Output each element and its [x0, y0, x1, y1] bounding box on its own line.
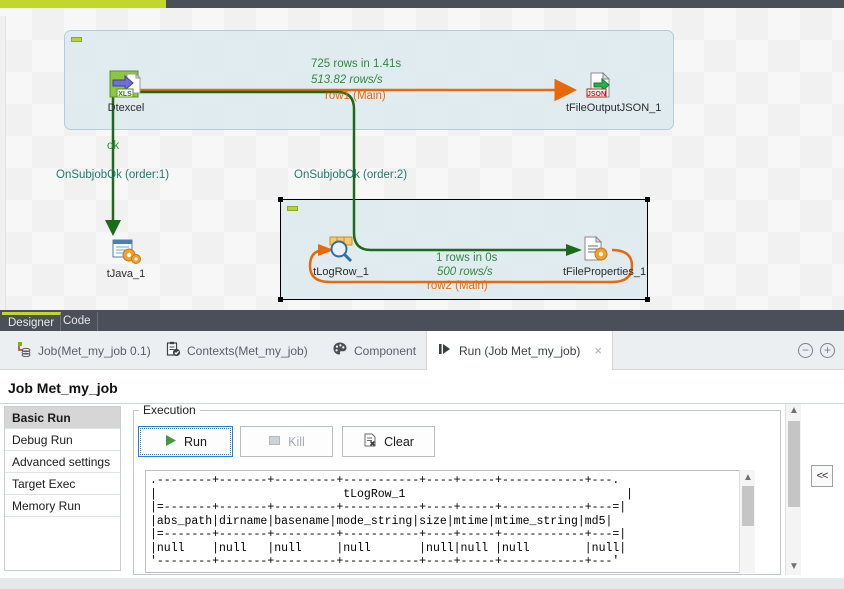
zoom-in-label: +: [823, 343, 831, 357]
node-tfileoutputjson-1[interactable]: JSON tFileOutputJSON_1: [566, 70, 662, 114]
nav-item-basic-run[interactable]: Basic Run: [5, 407, 120, 429]
row1-label: row1 (Main): [325, 90, 386, 102]
kill-button[interactable]: Kill: [240, 426, 333, 457]
play-icon: [164, 434, 177, 450]
tab-run-label: Run (Job Met_my_job): [459, 343, 581, 358]
svg-text:JSON: JSON: [587, 91, 606, 98]
scroll-up-icon[interactable]: ▲: [740, 470, 756, 486]
execution-group-legend: Execution: [139, 403, 200, 417]
row1-metrics-rows: 725 rows in 1.41s: [311, 58, 402, 70]
execution-console[interactable]: .--------+-------+---------+-----------+…: [145, 470, 755, 573]
console-scroll-thumb[interactable]: [742, 486, 754, 526]
node-label: tLogRow_1: [313, 266, 369, 278]
tab-designer[interactable]: Designer: [2, 312, 62, 331]
json-output-icon: JSON: [579, 70, 613, 100]
status-bar: [0, 578, 844, 589]
row2-metrics-rate: 500 rows/s: [437, 266, 493, 278]
run-button[interactable]: Run: [138, 426, 233, 457]
job-icon: [16, 341, 32, 360]
node-label: tJava_1: [106, 268, 146, 280]
nav-item-label: Basic Run: [12, 411, 71, 425]
tab-contexts-label: Contexts(Met_my_job): [187, 343, 308, 358]
row2-label: row2 (Main): [427, 280, 488, 292]
nav-item-label: Advanced settings: [12, 455, 111, 469]
stop-icon: [268, 434, 281, 450]
run-panel-scroll-thumb[interactable]: [788, 421, 800, 507]
tfileproperties-icon: [577, 234, 611, 264]
run-nav-list[interactable]: Basic Run Debug Run Advanced settings Ta…: [4, 406, 121, 571]
editor-tab-strip: Designer Code: [0, 310, 844, 331]
clear-button-label: Clear: [384, 434, 414, 449]
tlogrow-icon: [324, 234, 358, 264]
execution-group-rule-right: [196, 410, 781, 411]
tab-component[interactable]: Component: [322, 331, 426, 370]
tab-job[interactable]: Job(Met_my_job 0.1): [6, 331, 161, 370]
tab-designer-label: Designer: [8, 317, 55, 329]
nav-item-memory-run[interactable]: Memory Run: [5, 495, 120, 517]
row1-metrics-rate: 513.82 rows/s: [311, 74, 383, 86]
onsubjobok-order2-label: OnSubjobOk (order:2): [294, 169, 408, 181]
node-tjava-1[interactable]: tJava_1: [96, 236, 156, 280]
clear-icon: [363, 433, 377, 450]
node-label: Dtexcel: [107, 102, 145, 114]
contexts-icon: [165, 341, 181, 360]
xls-input-icon: XLS: [109, 70, 143, 100]
row2-metrics-rows: 1 rows in 0s: [436, 252, 498, 264]
tab-run[interactable]: Run (Job Met_my_job) ×: [426, 331, 613, 371]
tab-code-label: Code: [63, 315, 91, 327]
nav-item-label: Target Exec: [12, 477, 76, 491]
onsubjobok-order1-label: OnSubjobOk (order:1): [56, 169, 170, 181]
nav-item-debug-run[interactable]: Debug Run: [5, 429, 120, 451]
tab-job-label: Job(Met_my_job 0.1): [38, 343, 151, 358]
node-dtexcel[interactable]: XLS Dtexcel: [96, 70, 156, 114]
node-tfileproperties-1[interactable]: tFileProperties_1: [563, 234, 647, 278]
nav-item-advanced-settings[interactable]: Advanced settings: [5, 451, 120, 473]
zoom-in-button[interactable]: +: [820, 343, 835, 358]
zoom-out-button[interactable]: −: [798, 343, 813, 358]
console-scrollbar[interactable]: ▲: [739, 470, 755, 573]
scroll-down-icon[interactable]: ▼: [786, 559, 802, 575]
top-progress-fill: [0, 0, 166, 8]
scroll-up-icon[interactable]: ▲: [786, 403, 802, 419]
palette-icon: [332, 341, 348, 360]
zoom-out-label: −: [801, 343, 809, 357]
run-panel-scrollbar[interactable]: ▲ ▼: [785, 403, 801, 575]
nav-item-target-exec[interactable]: Target Exec: [5, 473, 120, 495]
console-output-text: .--------+-------+---------+-----------+…: [150, 474, 634, 568]
close-icon[interactable]: ×: [594, 343, 602, 358]
node-label: tFileProperties_1: [563, 266, 647, 278]
run-icon: [437, 341, 453, 360]
job-designer-canvas[interactable]: XLS Dtexcel JSON tFileOutputJSON_1 tJava…: [0, 8, 844, 310]
collapse-panel-label: <<: [816, 470, 829, 482]
collapse-panel-button[interactable]: <<: [811, 465, 833, 487]
tab-contexts[interactable]: Contexts(Met_my_job): [155, 331, 318, 370]
tab-component-label: Component: [354, 343, 417, 358]
nav-item-label: Debug Run: [12, 433, 73, 447]
nav-item-label: Memory Run: [12, 499, 81, 513]
run-button-label: Run: [184, 434, 207, 449]
top-progress-bar: [0, 0, 844, 8]
trigger-ok-label: ok: [107, 140, 120, 152]
tjava-icon: [109, 236, 143, 266]
tab-code[interactable]: Code: [57, 312, 98, 331]
clear-button[interactable]: Clear: [342, 426, 435, 457]
kill-button-label: Kill: [288, 434, 305, 449]
title-divider: [0, 403, 844, 404]
page-title: Job Met_my_job: [8, 380, 118, 396]
svg-text:XLS: XLS: [118, 91, 132, 98]
node-label: tFileOutputJSON_1: [566, 102, 662, 114]
node-tlogrow-1[interactable]: tLogRow_1: [310, 234, 372, 278]
view-tab-strip: Job(Met_my_job 0.1) Contexts(Met_my_job): [0, 331, 844, 371]
